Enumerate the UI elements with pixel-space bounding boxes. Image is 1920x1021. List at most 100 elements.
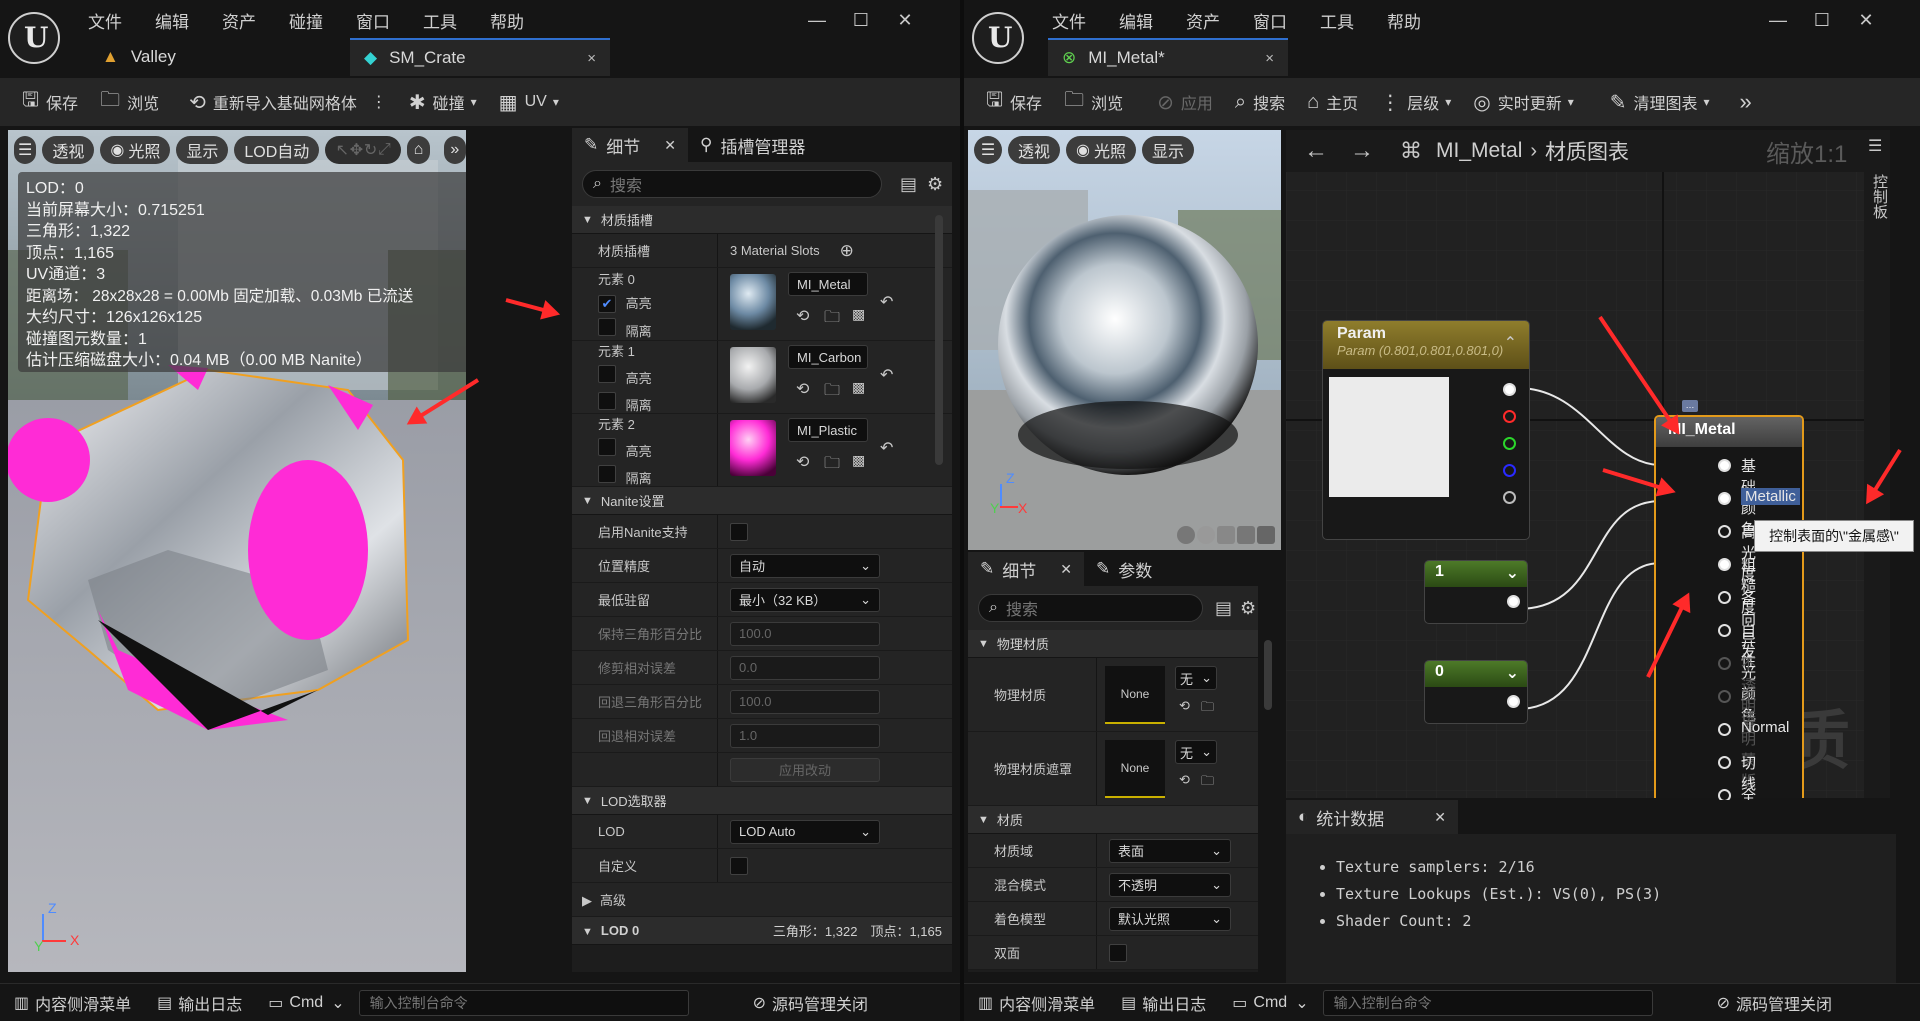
section-material[interactable]: ▼ 材质 [968, 806, 1258, 834]
browse-icon[interactable]: 🗀 [1201, 772, 1214, 794]
shading-model-dropdown[interactable]: 默认光照 ⌄ [1109, 906, 1231, 931]
tab-close-icon[interactable]: × [587, 50, 596, 67]
use-selected-icon[interactable]: ⟲ [1179, 772, 1190, 788]
apply-changes-button[interactable]: 应用改动 [730, 757, 880, 782]
constant-1-node[interactable]: 1 ⌄ [1424, 560, 1528, 624]
section-lod-picker[interactable]: ▼ LOD选取器 [572, 787, 952, 815]
more-icon[interactable]: ⋮ [371, 92, 387, 112]
maximize-icon[interactable]: ☐ [839, 10, 883, 31]
custom-lod-checkbox[interactable] [730, 856, 748, 875]
menu-help[interactable]: 帮助 [1387, 8, 1421, 33]
menu-asset[interactable]: 资产 [1186, 8, 1220, 33]
cmd-dropdown[interactable]: ▭ Cmd ⌄ [268, 993, 344, 1013]
content-drawer-button[interactable]: ▥ 内容侧滑菜单 [978, 991, 1095, 1015]
browse-icon[interactable]: 🗀 [824, 306, 840, 333]
show-button[interactable]: 显示 [176, 136, 229, 164]
show-button[interactable]: 显示 [1142, 136, 1195, 164]
min-residency-dropdown[interactable]: 最小（32 KB） ⌄ [730, 587, 880, 612]
perspective-button[interactable]: 透视 [42, 136, 95, 164]
breadcrumb-graph[interactable]: 材质图表 [1545, 136, 1629, 166]
phys-mask-dropdown[interactable]: 无 ⌄ [1175, 740, 1217, 764]
material-input-pin[interactable] [1718, 723, 1731, 736]
tab-sm-crate[interactable]: ◆ SM_Crate × [350, 38, 610, 76]
material-graph[interactable]: ← → ⌘ MI_Metal › 材质图表 缩放1:1 ☰ 控制板 材质 Par… [1286, 130, 1890, 798]
console-input[interactable]: 输入控制台命令 [358, 989, 689, 1016]
transform-tools[interactable]: ↖ ✥ ↻ ⤢ [325, 136, 402, 164]
menu-edit[interactable]: 编辑 [1119, 8, 1153, 33]
material-domain-dropdown[interactable]: 表面 ⌄ [1109, 838, 1231, 863]
cube-icon[interactable] [1237, 526, 1255, 544]
palette-side-tab[interactable]: ☰ 控制板 [1864, 130, 1890, 798]
constant-1-output-pin[interactable] [1507, 595, 1520, 608]
tab-valley[interactable]: ▲ Valley [88, 38, 344, 76]
material-thumbnail[interactable] [730, 274, 776, 330]
minimize-icon[interactable]: — [795, 10, 839, 31]
tab-close-icon[interactable]: × [1265, 50, 1274, 67]
position-precision-dropdown[interactable]: 自动 ⌄ [730, 553, 880, 578]
material-input-pin[interactable] [1718, 624, 1731, 637]
sphere-icon[interactable] [1197, 526, 1215, 544]
g-output-pin[interactable] [1503, 437, 1516, 450]
tab-mi-metal[interactable]: ⊗ MI_Metal* × [1048, 38, 1288, 76]
lod-auto-button[interactable]: LOD自动 [234, 136, 320, 164]
search-button[interactable]: ⌕ 搜索 [1235, 90, 1285, 114]
material-input-pin[interactable] [1718, 591, 1731, 604]
browse-icon[interactable]: 🗀 [1201, 698, 1214, 720]
perspective-button[interactable]: 透视 [1008, 136, 1061, 164]
expand-toolbar-icon[interactable]: » [443, 136, 466, 164]
lit-button[interactable]: ◉ 光照 [1066, 136, 1136, 164]
save-button[interactable]: 🖫 保存 [986, 85, 1042, 119]
phys-mask-thumbnail[interactable]: None [1105, 740, 1165, 798]
material-picker[interactable]: MI_Carbon [788, 345, 868, 369]
material-input-pin[interactable] [1718, 459, 1731, 472]
menu-asset[interactable]: 资产 [222, 8, 256, 33]
apply-button[interactable]: ⊘ 应用 [1157, 90, 1213, 115]
menu-help[interactable]: 帮助 [490, 8, 524, 33]
search-input[interactable]: ⌕ 搜索 [582, 170, 882, 198]
uv-button[interactable]: ▦ UV ▾ [499, 90, 559, 115]
fallback-error-input[interactable]: 1.0 [730, 723, 880, 748]
content-drawer-button[interactable]: ▥ 内容侧滑菜单 [14, 991, 131, 1015]
use-selected-icon[interactable]: ⟲ [796, 306, 809, 326]
collapse-icon[interactable]: ⌃ [1504, 333, 1517, 353]
collision-button[interactable]: ✱ 碰撞 ▾ [409, 90, 477, 115]
nanite-enable-checkbox[interactable] [730, 522, 748, 541]
menu-edit[interactable]: 编辑 [155, 8, 189, 33]
reimport-button[interactable]: ⟲ 重新导入基础网格体 ⋮ [189, 90, 387, 115]
forward-arrow-icon[interactable]: → [1350, 137, 1374, 165]
phys-mat-dropdown[interactable]: 无 ⌄ [1175, 666, 1217, 690]
expand-toolbar-icon[interactable]: » [1740, 89, 1752, 115]
material-input-pin[interactable] [1718, 756, 1731, 769]
details-scrollbar[interactable] [935, 215, 943, 465]
constant-0-node[interactable]: 0 ⌄ [1424, 660, 1528, 724]
section-nanite[interactable]: ▼ Nanite设置 [572, 487, 952, 515]
highlight-checkbox[interactable]: ✔ [598, 294, 616, 313]
use-selected-icon[interactable]: ⟲ [796, 452, 809, 472]
move-icon[interactable]: ✥ [350, 140, 363, 160]
tab-socket-manager[interactable]: ⚲ 插槽管理器 [688, 128, 817, 162]
close-icon[interactable]: ✕ [1844, 10, 1888, 31]
browse-icon[interactable]: 🗀 [824, 452, 840, 479]
source-control-button[interactable]: ⊘ 源码管理关闭 [753, 991, 868, 1015]
tab-stats[interactable]: ◐ 统计数据 ✕ [1286, 800, 1459, 834]
material-input-pin[interactable] [1718, 492, 1731, 505]
browse-button[interactable]: 🗀 浏览 [1064, 85, 1123, 119]
two-sided-checkbox[interactable] [1109, 943, 1127, 962]
section-physical-material[interactable]: ▼ 物理材质 [968, 630, 1258, 658]
hierarchy-button[interactable]: ⋮ 层级 ▾ [1380, 90, 1451, 115]
tab-close-icon[interactable]: ✕ [664, 137, 676, 154]
isolate-checkbox[interactable] [598, 317, 616, 336]
home-button[interactable]: ⌂ 主页 [1307, 90, 1358, 114]
clean-graph-button[interactable]: ✎ 清理图表 ▾ [1610, 90, 1710, 115]
maximize-icon[interactable]: ☐ [1800, 10, 1844, 31]
b-output-pin[interactable] [1503, 464, 1516, 477]
live-update-button[interactable]: ◎ 实时更新 ▾ [1473, 90, 1574, 115]
use-selected-icon[interactable]: ⟲ [796, 379, 809, 399]
menu-tools[interactable]: 工具 [423, 8, 457, 33]
console-input[interactable]: 输入控制台命令 [1322, 989, 1653, 1016]
mesh-viewport[interactable]: ☰ 透视 ◉ 光照 显示 LOD自动 ↖ ✥ ↻ ⤢ ⌂ » LOD：0 当前屏幕大小：… [8, 130, 466, 972]
unreal-logo[interactable]: U [8, 12, 60, 64]
table-view-icon[interactable]: ▤ [900, 174, 917, 195]
browse-icon[interactable]: 🗀 [824, 379, 840, 406]
reset-icon[interactable]: ↶ [880, 438, 893, 458]
